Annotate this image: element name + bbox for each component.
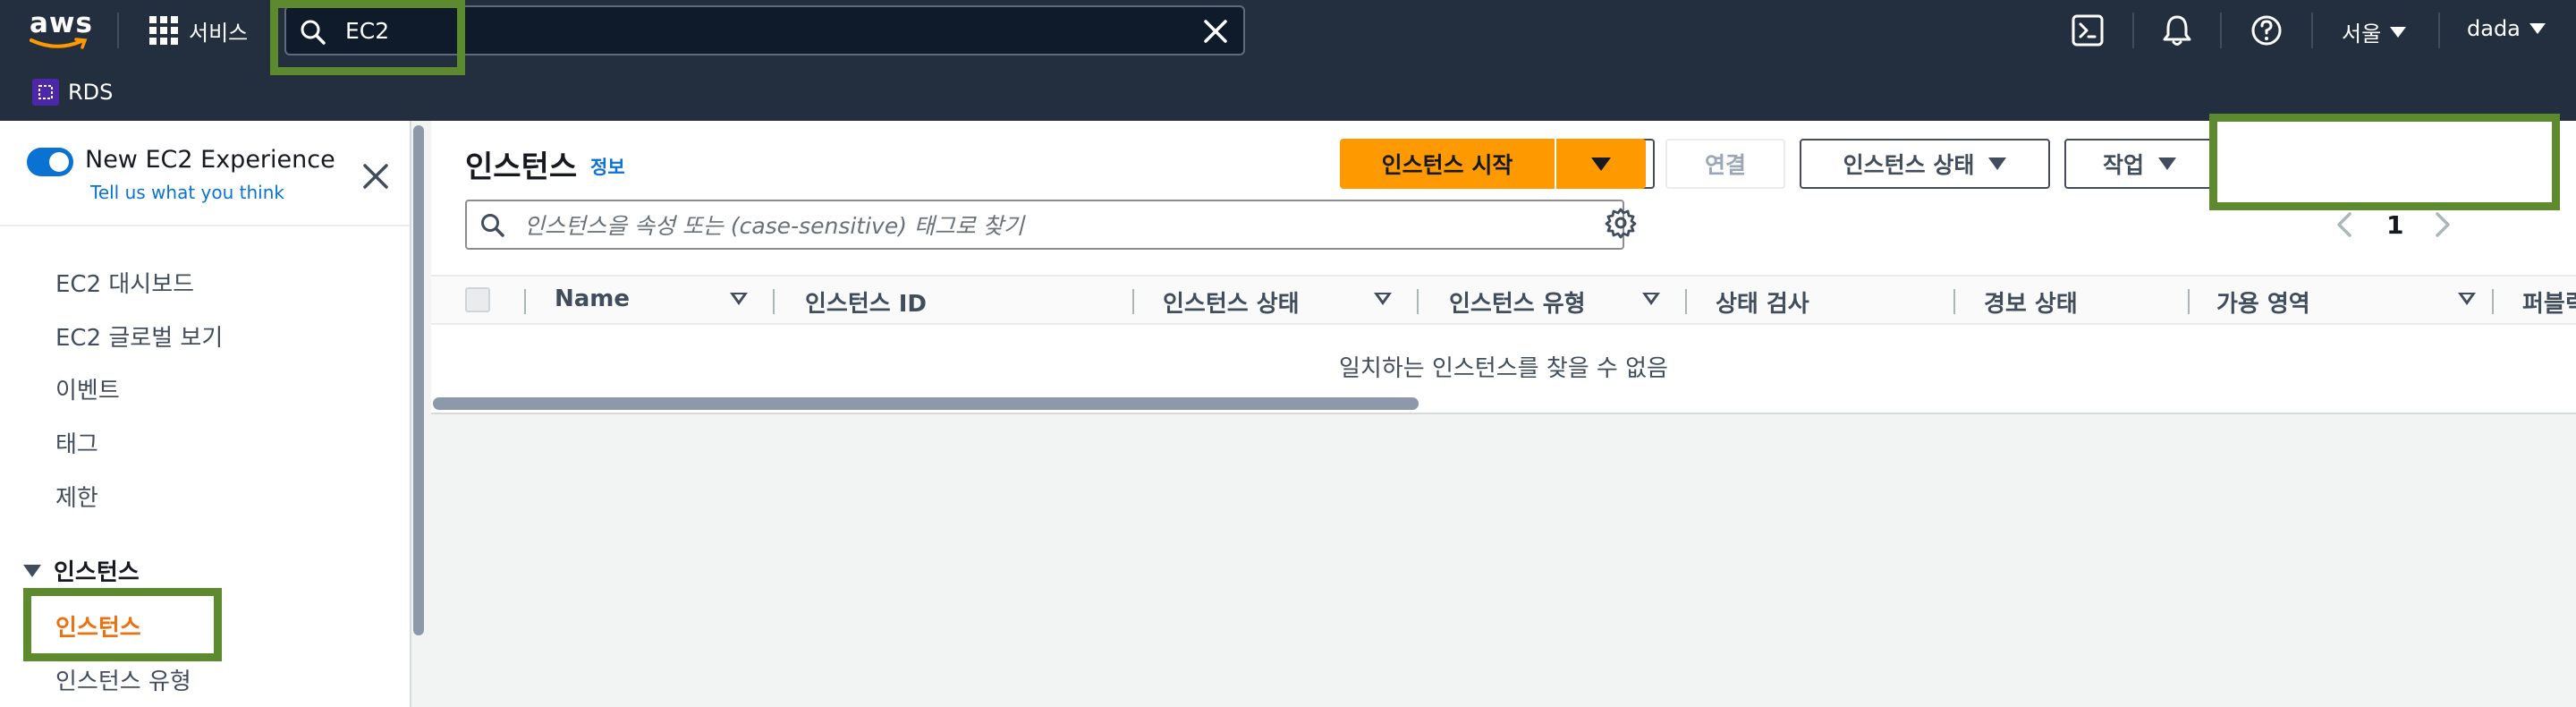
account-menu[interactable]: dada	[2467, 16, 2546, 41]
sidebar-item-instances[interactable]: 인스턴스	[55, 609, 141, 643]
services-label: 서비스	[189, 20, 249, 46]
instance-state-label: 인스턴스 상태	[1843, 152, 1975, 178]
column-separator	[524, 289, 526, 314]
caret-down-icon	[23, 564, 41, 577]
aws-logo-text: aws	[30, 7, 94, 39]
nav-divider	[117, 13, 119, 48]
sidebar-section-instances[interactable]: 인스턴스	[23, 554, 140, 587]
nav-separator	[2438, 13, 2440, 48]
sidebar-item-limits[interactable]: 제한	[55, 480, 98, 513]
chevron-down-icon	[2529, 23, 2546, 34]
new-experience-toggle[interactable]	[27, 148, 73, 176]
sort-icon[interactable]	[1642, 293, 1660, 305]
sort-icon[interactable]	[2458, 293, 2476, 305]
gear-icon[interactable]	[1605, 207, 1637, 239]
caret-down-icon	[2158, 158, 2176, 170]
caret-down-icon	[1591, 157, 1611, 171]
section-label: 인스턴스	[54, 559, 140, 586]
launch-dropdown-button[interactable]	[1556, 139, 1646, 189]
column-header-instance-state[interactable]: 인스턴스 상태	[1163, 285, 1300, 319]
sort-icon[interactable]	[1374, 293, 1392, 305]
aws-logo[interactable]: aws	[30, 7, 94, 52]
column-separator	[1953, 289, 1955, 314]
close-icon[interactable]	[1200, 16, 1231, 47]
rds-icon	[32, 79, 59, 106]
table-header: Name 인스턴스 ID 인스턴스 상태 인스턴스 유형 상태 검사 경보 상태…	[431, 275, 2576, 325]
column-header-name[interactable]: Name	[555, 285, 630, 312]
cloudshell-icon[interactable]	[2070, 13, 2106, 48]
search-icon	[481, 214, 504, 237]
column-header-status-check[interactable]: 상태 검사	[1716, 285, 1809, 319]
instance-state-button[interactable]: 인스턴스 상태	[1800, 139, 2050, 189]
top-navigation: aws 서비스 EC2 서울 dada RDS	[0, 0, 2576, 121]
sidebar-scrollbar[interactable]	[413, 125, 424, 635]
select-all-checkbox[interactable]	[465, 287, 490, 312]
instances-panel-header: 인스턴스 정보 연결 인스턴스 상태 작업 인스턴스 시작 1	[431, 121, 2576, 275]
help-icon[interactable]	[2249, 13, 2284, 48]
user-label: dada	[2467, 16, 2521, 41]
column-header-instance-type[interactable]: 인스턴스 유형	[1449, 285, 1586, 319]
column-header-alarm-status[interactable]: 경보 상태	[1984, 285, 2078, 319]
connect-label: 연결	[1704, 152, 1746, 178]
actions-button[interactable]: 작업	[2064, 139, 2215, 189]
favorite-rds[interactable]: RDS	[32, 79, 113, 106]
table-horizontal-scrollbar[interactable]	[433, 397, 1419, 410]
info-link[interactable]: 정보	[590, 153, 625, 180]
sidebar-item-events[interactable]: 이벤트	[55, 372, 120, 405]
services-menu-button[interactable]: 서비스	[149, 14, 248, 47]
sidebar-item-ec2-dashboard[interactable]: EC2 대시보드	[55, 266, 194, 299]
column-header-instance-id[interactable]: 인스턴스 ID	[805, 285, 927, 319]
global-search[interactable]	[284, 5, 1245, 55]
launch-instances-button[interactable]: 인스턴스 시작	[1340, 139, 1555, 189]
nav-separator	[2220, 13, 2222, 48]
nav-separator	[2311, 13, 2313, 48]
favorite-label: RDS	[68, 80, 114, 105]
aws-smile-icon	[30, 38, 88, 49]
column-separator	[2492, 289, 2494, 314]
column-header-availability-zone[interactable]: 가용 영역	[2216, 285, 2310, 319]
sidebar-divider	[0, 225, 410, 226]
launch-label: 인스턴스 시작	[1381, 152, 1513, 178]
chevron-right-icon[interactable]	[2431, 210, 2454, 239]
filter-input[interactable]	[522, 209, 1596, 243]
region-label: 서울	[2342, 21, 2382, 47]
column-separator	[1132, 289, 1134, 314]
page-title: 인스턴스	[465, 149, 578, 185]
page-number[interactable]: 1	[2386, 210, 2403, 240]
close-icon[interactable]	[360, 160, 392, 192]
notifications-bell-icon[interactable]	[2159, 13, 2195, 48]
instance-filter[interactable]	[465, 200, 1624, 250]
chevron-down-icon	[2390, 26, 2407, 38]
sidebar: New EC2 Experience Tell us what you thin…	[0, 121, 411, 707]
grid-icon	[149, 16, 178, 45]
actions-label: 작업	[2102, 152, 2144, 178]
region-selector[interactable]: 서울	[2342, 16, 2407, 47]
column-separator	[1685, 289, 1687, 314]
sidebar-item-global-view[interactable]: EC2 글로벌 보기	[55, 319, 223, 353]
search-icon	[301, 20, 326, 45]
chevron-left-icon[interactable]	[2333, 210, 2356, 239]
column-header-public[interactable]: 퍼블릭	[2522, 285, 2576, 319]
empty-message: 일치하는 인스턴스를 찾을 수 없음	[1339, 355, 1668, 382]
sidebar-item-instance-types[interactable]: 인스턴스 유형	[55, 663, 191, 696]
feedback-link[interactable]: Tell us what you think	[90, 182, 284, 203]
sort-icon[interactable]	[730, 293, 748, 305]
search-input[interactable]	[343, 13, 1148, 48]
connect-button[interactable]: 연결	[1665, 139, 1785, 189]
column-separator	[1417, 289, 1419, 314]
column-separator	[2188, 289, 2190, 314]
caret-down-icon	[1988, 158, 2007, 170]
nav-separator	[2132, 13, 2134, 48]
sidebar-item-tags[interactable]: 태그	[55, 426, 98, 459]
experience-title: New EC2 Experience	[85, 146, 335, 174]
column-separator	[773, 289, 775, 314]
